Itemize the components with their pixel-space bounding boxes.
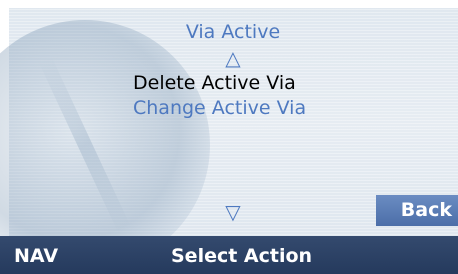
- scroll-up-arrow-icon[interactable]: △: [0, 47, 458, 69]
- nav-screen: Via Active △ Delete Active Via Change Ac…: [0, 0, 458, 274]
- status-bar: NAV Select Action: [0, 236, 458, 274]
- status-text: Select Action: [171, 245, 313, 267]
- menu-item-delete-active-via[interactable]: Delete Active Via: [133, 72, 296, 94]
- menu-title: Via Active: [185, 21, 281, 43]
- menu-item-change-active-via[interactable]: Change Active Via: [133, 97, 306, 119]
- back-button[interactable]: Back: [376, 195, 458, 226]
- mode-label: NAV: [14, 245, 59, 267]
